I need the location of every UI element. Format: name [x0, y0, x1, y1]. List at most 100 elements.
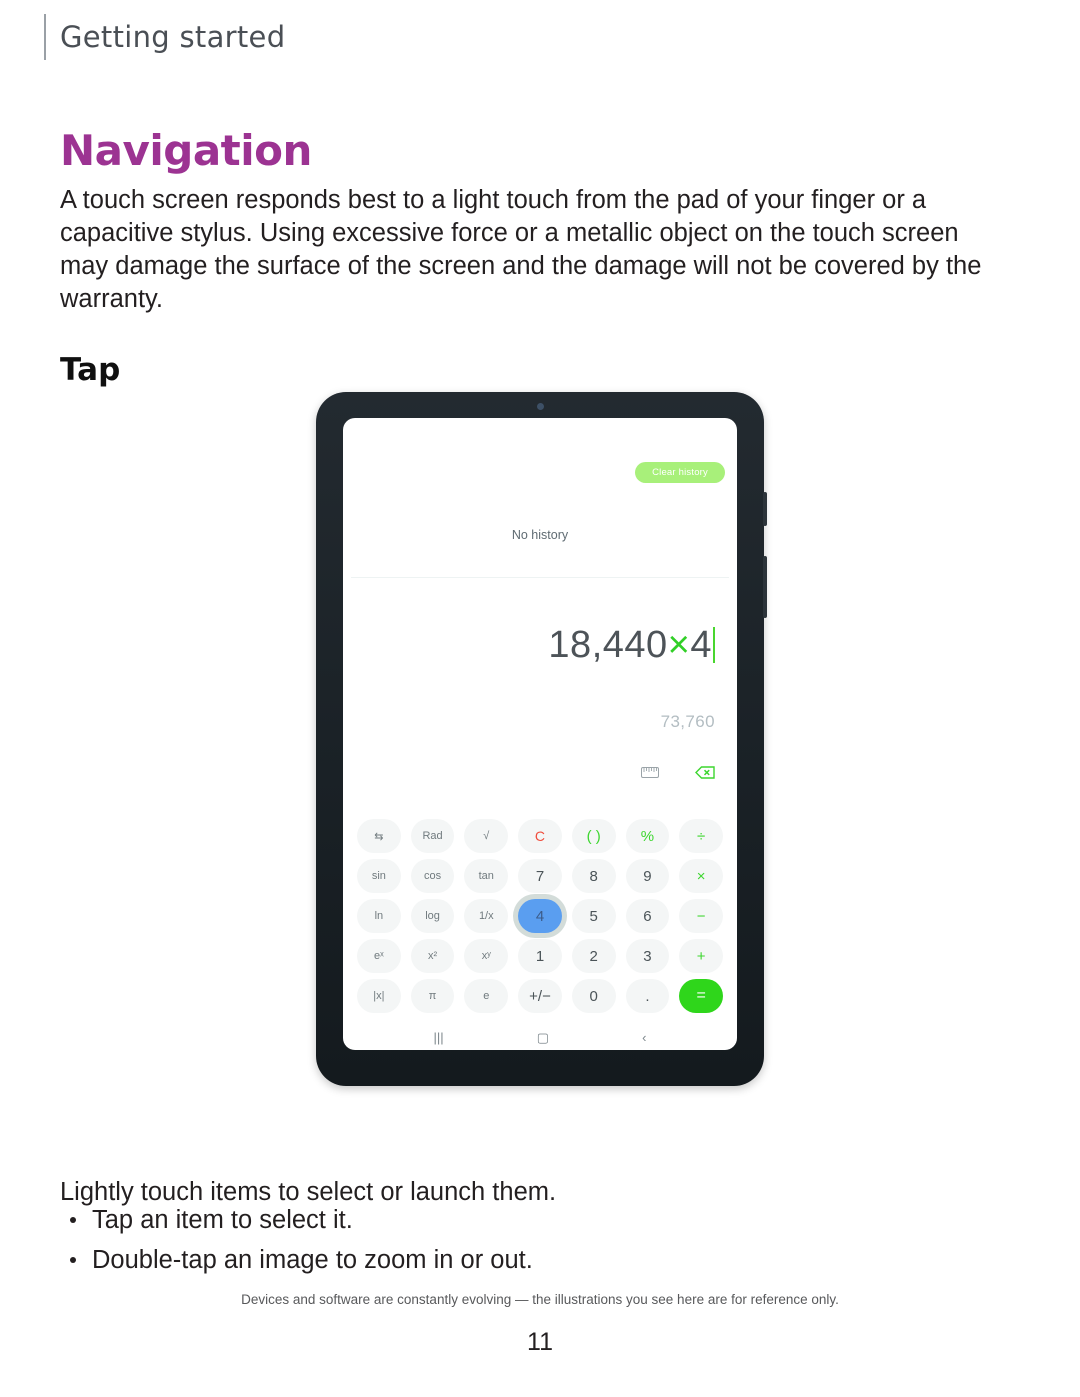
key-x-squared[interactable]: x²: [407, 936, 459, 976]
key-log[interactable]: log: [407, 896, 459, 936]
key-sign-toggle[interactable]: +/−: [514, 976, 566, 1016]
key-minus[interactable]: −: [675, 896, 727, 936]
tablet-illustration: Clear history No history 18,440×4 73,760…: [316, 392, 767, 1086]
calculator-display: 18,440×4 73,760: [343, 580, 737, 812]
key-label: ÷: [697, 827, 706, 845]
key-label: log: [425, 910, 440, 922]
key-rad[interactable]: Rad: [407, 816, 459, 856]
key-label: sin: [371, 870, 386, 882]
key-label: ⇆: [374, 830, 384, 843]
key-label: 8: [589, 867, 598, 885]
tablet-screen: Clear history No history 18,440×4 73,760…: [343, 418, 737, 1050]
sub-heading-tap: Tap: [60, 351, 121, 388]
key-zero[interactable]: 0: [568, 976, 620, 1016]
key-label: C: [534, 828, 546, 844]
expression-operator: ×: [667, 624, 691, 666]
key-label: π: [428, 990, 437, 1002]
list-item: Tap an item to select it.: [60, 1200, 960, 1240]
key-cos[interactable]: cos: [407, 856, 459, 896]
volume-button[interactable]: [763, 556, 767, 618]
breadcrumb: Getting started: [44, 14, 285, 60]
list-item: Double-tap an image to zoom in or out.: [60, 1240, 960, 1280]
key-seven[interactable]: 7: [514, 856, 566, 896]
key-clear[interactable]: C: [514, 816, 566, 856]
key-label: %: [640, 827, 655, 845]
key-three[interactable]: 3: [622, 936, 674, 976]
key-divide[interactable]: ÷: [675, 816, 727, 856]
key-label: 3: [643, 947, 652, 965]
page-number: 11: [527, 1328, 553, 1356]
key-label: e: [483, 990, 490, 1002]
no-history-label: No history: [511, 528, 569, 542]
key-absolute-value[interactable]: |x|: [353, 976, 405, 1016]
footer-disclaimer: Devices and software are constantly evol…: [241, 1292, 839, 1307]
intro-paragraph: A touch screen responds best to a light …: [60, 185, 982, 313]
key-five[interactable]: 5: [568, 896, 620, 936]
ruler-icon[interactable]: [641, 767, 659, 778]
backspace-icon[interactable]: [695, 766, 715, 779]
power-button[interactable]: [763, 492, 767, 526]
calculator-keypad: ⇆ Rad √ C ( ) % ÷ sin cos tan 7 8 9 × ln…: [343, 812, 737, 1016]
key-label: ×: [696, 867, 706, 885]
key-label: tan: [478, 870, 494, 882]
clear-history-button[interactable]: Clear history: [635, 462, 725, 483]
expression-value: 18,440×4: [548, 624, 715, 667]
key-label: √: [483, 830, 490, 842]
key-label: 9: [643, 867, 652, 885]
key-label: 1/x: [478, 910, 494, 922]
key-label: eˣ: [373, 950, 384, 962]
key-label: 5: [589, 907, 598, 925]
key-four[interactable]: 4: [514, 896, 566, 936]
android-nav-bar: ||| ▢ ‹: [343, 1020, 737, 1050]
key-label: Rad: [422, 830, 443, 842]
expression-prefix: 18,440: [548, 624, 668, 666]
page-title: Navigation: [60, 126, 312, 176]
breadcrumb-rule: [44, 14, 46, 60]
key-label: |x|: [373, 990, 385, 1002]
key-label: +: [696, 947, 706, 965]
history-divider: [351, 577, 729, 578]
key-nine[interactable]: 9: [622, 856, 674, 896]
key-decimal-point[interactable]: .: [622, 976, 674, 1016]
home-icon[interactable]: ▢: [537, 1031, 549, 1044]
key-label: 2: [589, 947, 598, 965]
key-euler-e[interactable]: e: [460, 976, 512, 1016]
key-label: =: [696, 987, 706, 1004]
key-square-root[interactable]: √: [460, 816, 512, 856]
key-degree-radian-swap[interactable]: ⇆: [353, 816, 405, 856]
breadcrumb-label: Getting started: [60, 20, 286, 54]
display-tools: [641, 766, 715, 779]
key-label: .: [645, 987, 650, 1005]
key-label: 6: [643, 907, 652, 925]
key-percent[interactable]: %: [622, 816, 674, 856]
key-label: 7: [535, 867, 545, 885]
key-sin[interactable]: sin: [353, 856, 405, 896]
list-item-label: Tap an item to select it.: [92, 1206, 353, 1234]
key-two[interactable]: 2: [568, 936, 620, 976]
key-tan[interactable]: tan: [460, 856, 512, 896]
key-label: +/−: [529, 987, 551, 1005]
tap-bullet-list: Tap an item to select it. Double-tap an …: [60, 1200, 960, 1280]
expression-suffix: 4: [690, 624, 712, 666]
key-parentheses[interactable]: ( ): [568, 816, 620, 856]
key-multiply[interactable]: ×: [675, 856, 727, 896]
key-eight[interactable]: 8: [568, 856, 620, 896]
key-label: 0: [589, 987, 598, 1005]
key-e-power-x[interactable]: eˣ: [353, 936, 405, 976]
key-natural-log[interactable]: ln: [353, 896, 405, 936]
text-cursor: [713, 627, 715, 663]
key-plus[interactable]: +: [675, 936, 727, 976]
list-item-label: Double-tap an image to zoom in or out.: [92, 1246, 533, 1274]
result-value: 73,760: [660, 712, 715, 731]
key-one[interactable]: 1: [514, 936, 566, 976]
key-label: −: [696, 907, 706, 925]
key-reciprocal[interactable]: 1/x: [460, 896, 512, 936]
key-label: 1: [535, 947, 545, 965]
back-icon[interactable]: ‹: [642, 1031, 646, 1044]
key-label: ln: [374, 910, 384, 922]
key-x-power-y[interactable]: xʸ: [460, 936, 512, 976]
key-pi[interactable]: π: [407, 976, 459, 1016]
recents-icon[interactable]: |||: [434, 1031, 444, 1044]
key-equals[interactable]: =: [675, 976, 727, 1016]
key-six[interactable]: 6: [622, 896, 674, 936]
